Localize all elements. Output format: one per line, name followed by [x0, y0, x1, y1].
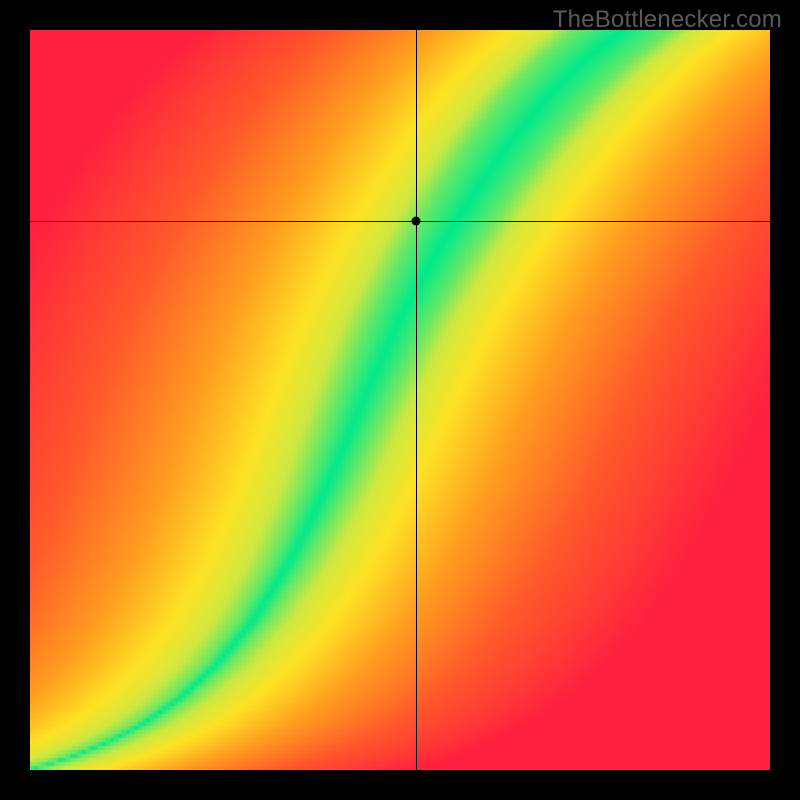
crosshair-marker[interactable]: [411, 216, 420, 225]
crosshair-horizontal: [30, 221, 770, 222]
crosshair-vertical: [416, 30, 417, 770]
heatmap-plot: [30, 30, 770, 770]
watermark-text: TheBottlenecker.com: [553, 6, 782, 34]
heatmap-canvas: [30, 30, 770, 770]
